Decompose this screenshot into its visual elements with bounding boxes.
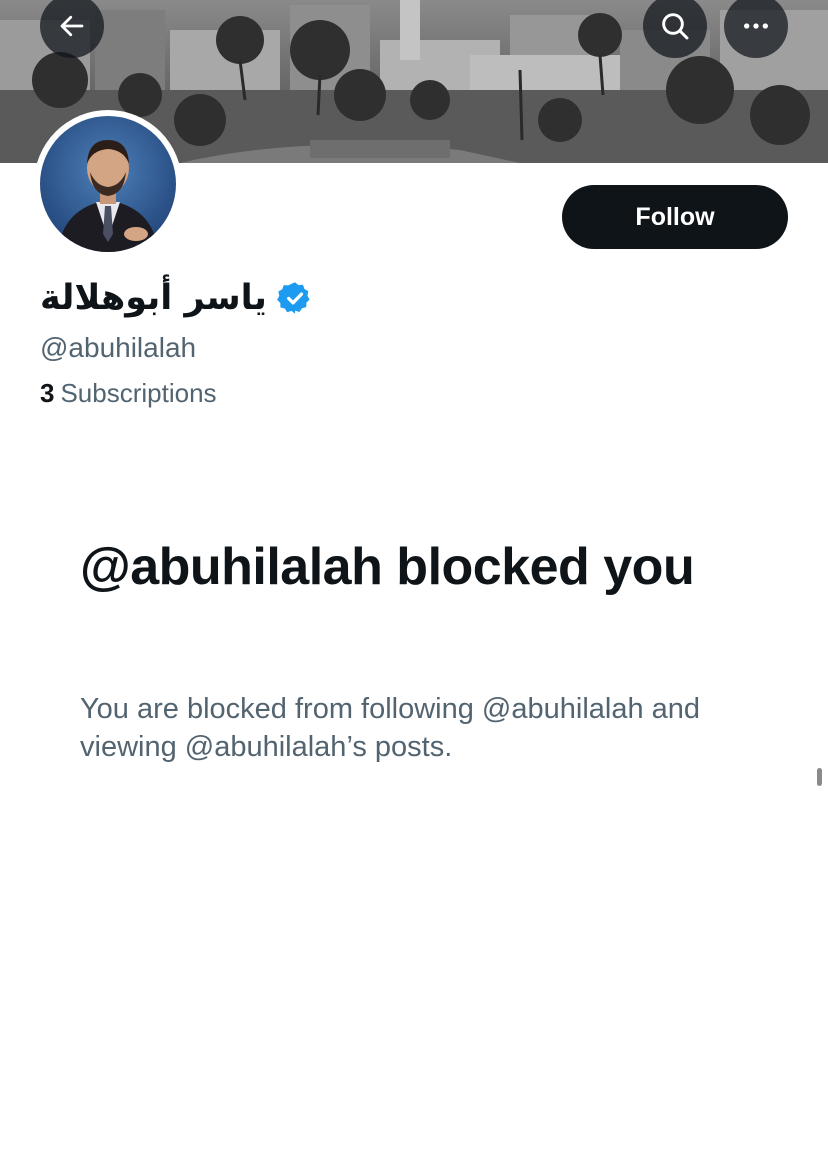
avatar-image bbox=[40, 116, 176, 252]
arrow-left-icon bbox=[60, 15, 84, 37]
subscriptions-link[interactable]: 3 Subscriptions bbox=[40, 378, 217, 409]
avatar[interactable] bbox=[34, 110, 182, 258]
verified-badge-icon[interactable] bbox=[277, 280, 313, 316]
search-icon bbox=[662, 13, 689, 40]
more-horizontal-icon bbox=[744, 23, 768, 29]
scrollbar[interactable] bbox=[817, 768, 822, 786]
subscriptions-count: 3 bbox=[40, 378, 55, 408]
display-name: ياسر أبوهلالة bbox=[40, 277, 267, 318]
blocked-title: @abuhilalah blocked you bbox=[80, 538, 695, 596]
profile-name-row: ياسر أبوهلالة bbox=[40, 270, 313, 326]
follow-button[interactable]: Follow bbox=[562, 185, 788, 249]
profile-handle: @abuhilalah bbox=[40, 332, 197, 363]
blocked-description: You are blocked from following @abuhilal… bbox=[80, 693, 701, 763]
profile-page: Follow ياسر أبوهلالة @abuhilalah 3 Subscr… bbox=[0, 0, 828, 1151]
subscriptions-label: Subscriptions bbox=[60, 378, 217, 408]
